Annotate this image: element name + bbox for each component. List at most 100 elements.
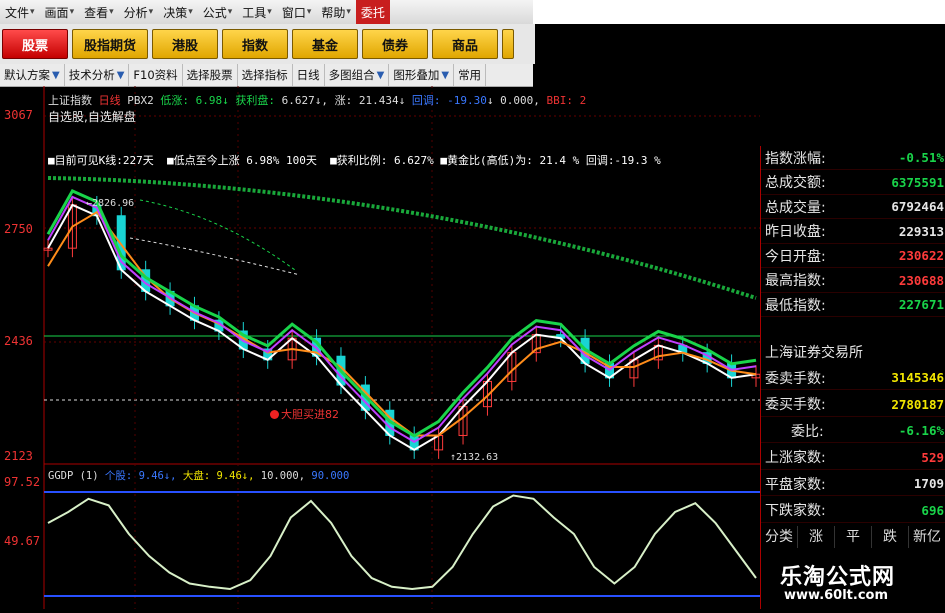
watermark: 乐淘公式网 www.60lt.com [762,555,945,609]
market-tab-button[interactable]: 商品 [432,29,498,59]
menu-item[interactable]: 公式 ▾ [198,0,238,24]
panel-row-value: -0.51% [898,150,944,165]
long-ma-line [47,176,757,300]
stat-low-rise: ■低点至今上涨 6.98% 100天 [167,154,317,167]
menu-item-label: 工具 [242,5,267,20]
panel-row-label: 今日开盘: [765,248,826,265]
toolbar-item[interactable]: 多图组合 ▼ [325,64,390,86]
buy-signal-text: 大胆买进82 [281,408,339,421]
panel-row-label: 最低指数: [765,297,826,314]
panel-row-label: 委买手数: [765,397,826,413]
stat-golden: ■黄金比(高低)为: 21.4 % 回调:-19.3 % [440,154,661,167]
panel-row-label: 下跌家数: [765,503,826,519]
menu-item-label: 分析 [123,5,148,20]
toolbar-item-label: 日线 [296,68,320,82]
indicator-title: GGDP (1) 个股: 9.46↓, 大盘: 9.46↓, 10.000, 9… [48,470,350,482]
panel-row-value: 230622 [898,248,944,263]
menu-item[interactable]: 画面 ▾ [40,0,80,24]
chevron-down-icon: ▾ [188,7,193,17]
panel-row-label: 指数涨幅: [765,150,826,167]
profit-label: 获利盘 [235,94,269,107]
stock-value: 9.46 [138,470,164,482]
menu-item[interactable]: 查看 ▾ [79,0,119,24]
panel-row-label: 总成交量: [765,199,826,216]
market-tab-overflow[interactable] [502,29,514,59]
panel-row-label: 平盘家数: [765,476,826,493]
panel-row-label: 委卖手数: [765,370,826,387]
panel-tab[interactable]: 分类 [761,526,798,548]
toolbar-item[interactable]: 常用 [454,64,487,86]
toolbar-item[interactable]: 日线 [293,64,325,86]
menu-item[interactable]: 委托 [355,0,390,24]
period-label: 日线 [98,94,121,107]
stock-label: 个股 [104,470,126,482]
indicator-name: GGDP (1) [48,470,99,482]
rise-label: 涨 [334,94,346,107]
market-tab-button[interactable]: 指数 [222,29,288,59]
panel-row-value: 6375591 [891,174,944,190]
buy-signal-label: 大胆买进82 [270,406,339,422]
menu-item[interactable]: 决策 ▾ [158,0,198,24]
menu-item-label: 公式 [202,5,227,20]
watermark-title: 乐淘公式网 [780,565,896,590]
series-line [47,210,757,437]
panel-row-value: -6.16% [898,423,944,438]
market-tab-button[interactable]: 基金 [292,29,358,59]
menu-item-label: 画面 [44,5,69,20]
market-tab-button[interactable]: 股票 [2,29,68,59]
dropdown-icon: ▼ [376,69,385,81]
panel-row-value: 227671 [898,297,944,312]
chevron-down-icon: ▾ [109,7,114,17]
toolbar-item[interactable]: 选择股票 [183,64,238,86]
toolbar-item[interactable]: 选择指标 [238,64,293,86]
chart-subtitle: 自选股,自选解盘 [48,110,136,124]
indicator-line [47,494,757,591]
dropdown-icon: ▼ [116,69,125,81]
toolbar-item[interactable]: 图形叠加 ▼ [389,64,455,86]
chevron-down-icon: ▾ [306,7,312,17]
market-tab-button[interactable]: 债券 [362,29,428,59]
menu-item-label: 窗口 [281,5,306,20]
toolbar-item-label: 图形叠加 [393,68,440,82]
profit-value: 6.627 [281,94,315,107]
panel-row: 委卖手数: 3145346 [761,366,945,390]
market-tab-button[interactable]: 港股 [152,29,218,59]
panel-tab[interactable]: 平 [835,526,872,548]
market-value: 9.46 [216,470,242,482]
menu-item[interactable]: 帮助 ▾ [316,0,356,24]
market-tab-button[interactable]: 股指期货 [72,29,148,59]
menu-item-label: 决策 [163,5,188,20]
dip-label: 回调 [411,94,434,107]
menu-item[interactable]: 窗口 ▾ [277,0,317,24]
stat-profit: ■获利比例: 6.627% [330,154,434,167]
indicator-v3: 10.000 [260,470,299,482]
panel-tab[interactable]: 跌 [872,526,909,548]
toolbar-item-label: F10资料 [133,68,178,82]
menu-item[interactable]: 文件 ▾ [0,0,40,24]
toolbar-item[interactable]: 技术分析 ▼ [65,64,130,86]
chevron-down-icon: ▾ [30,7,35,17]
stat-visible-k: ■目前可见K线:227天 [48,154,154,167]
panel-row: 最高指数: 230688 [761,269,945,293]
y-axis-label: 2750 [4,222,33,236]
panel-row-value: 529 [921,449,944,465]
menu-item[interactable]: 工具 ▾ [237,0,277,24]
y-axis-label: 2123 [4,449,33,463]
panel-tab[interactable]: 新亿 [909,526,945,548]
tool-bar: 默认方案 ▼ 技术分析 ▼ F10资料 选择股票 选择指标 日线 多图组合 ▼ 图形叠加 ▼ 常用 [0,64,533,87]
toolbar-item[interactable]: 默认方案 ▼ [0,64,65,86]
menu-item[interactable]: 分析 ▾ [119,0,159,24]
y-axis-label: 2436 [4,334,33,348]
low-label: 低涨 [160,94,183,107]
rise-value: 21.434 [358,94,399,107]
panel-row: 下跌家数: 696 [761,499,945,523]
panel-row-label: 最高指数: [765,273,826,289]
panel-tab[interactable]: 涨 [798,526,835,548]
market-tab-bar: 股票 股指期货 港股 指数 基金 债券 商品 [0,24,535,64]
toolbar-item[interactable]: F10资料 [129,64,183,86]
menu-bar: 文件 ▾ 画面 ▾ 查看 ▾ 分析 ▾ 决策 ▾ 公式 ▾ 工具 ▾ 窗口 ▾ 帮助 ▾ 委托 [0,0,533,25]
trend-line [139,199,296,271]
panel-row: 平盘家数: 1709 [761,472,945,496]
panel-row: 今日开盘: 230622 [761,244,945,268]
chart-info-title: 上证指数 日线 PBX2 低涨: 6.98↓ 获利盘: 6.627↓, 涨: 2… [48,94,587,107]
